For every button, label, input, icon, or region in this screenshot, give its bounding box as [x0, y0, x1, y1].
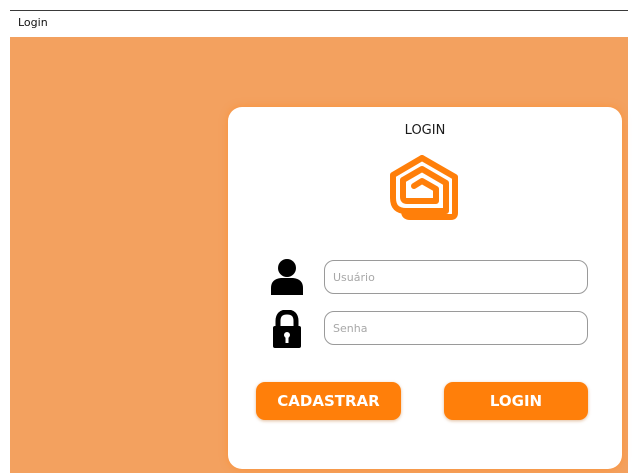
user-icon	[271, 259, 303, 295]
house-outline-icon	[390, 155, 458, 220]
password-input[interactable]	[324, 311, 588, 345]
login-card-title: LOGIN	[404, 123, 446, 138]
username-input[interactable]	[324, 260, 588, 294]
login-card: LOGIN CADASTRAR LOGIN	[228, 107, 622, 469]
title-bar: Login	[10, 11, 628, 37]
window-title: Login	[18, 16, 48, 29]
app-window: Login LOGIN CADASTRAR LOGIN	[0, 0, 632, 473]
register-button[interactable]: CADASTRAR	[256, 382, 401, 420]
login-button[interactable]: LOGIN	[444, 382, 588, 420]
lock-icon	[273, 310, 301, 348]
login-background: LOGIN CADASTRAR LOGIN	[10, 37, 628, 473]
